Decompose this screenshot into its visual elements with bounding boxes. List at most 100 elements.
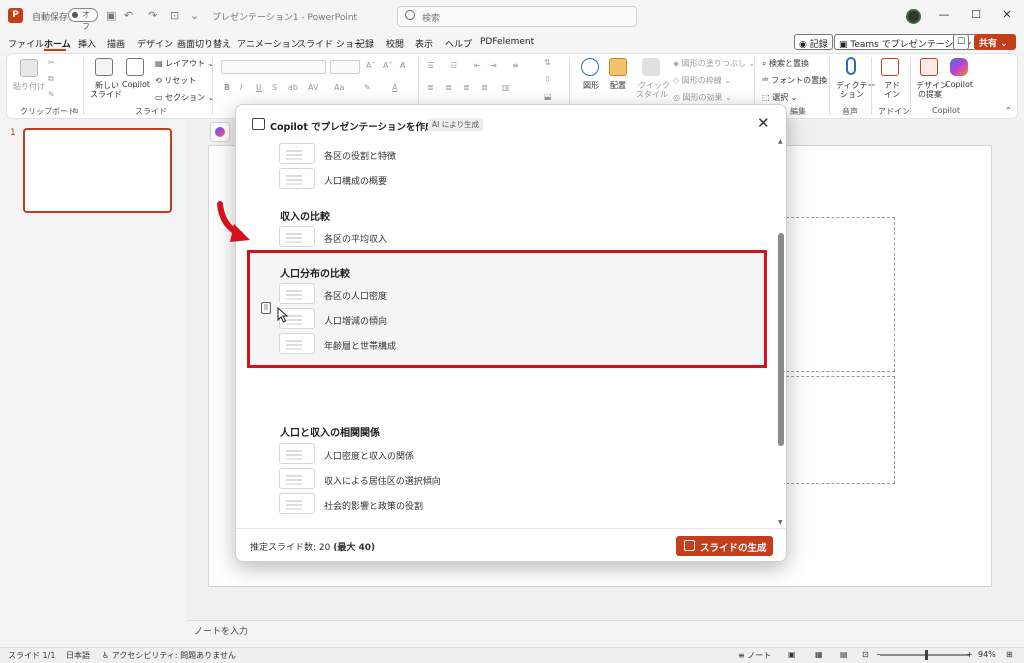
replace-fonts-button[interactable]: ᵃᵇ フォントの置換 xyxy=(762,75,827,86)
shape-effects-button[interactable]: ◎ 図形の効果 ⌄ xyxy=(673,92,732,103)
new-slide-label-2[interactable]: スライド xyxy=(90,89,122,100)
new-slide-icon[interactable] xyxy=(95,58,113,76)
line-spacing-icon[interactable]: ≡ xyxy=(512,61,519,70)
tab-design[interactable]: デザイン xyxy=(137,37,173,50)
search-box[interactable]: 検索 xyxy=(397,6,637,27)
sorter-view-icon[interactable]: ▦ xyxy=(815,650,823,659)
normal-view-icon[interactable]: ▣ xyxy=(788,650,796,659)
tab-pdfelement[interactable]: PDFelement xyxy=(480,37,534,47)
outline-item[interactable]: 社会的影響と政策の役割 xyxy=(324,499,423,512)
fit-slide-icon[interactable]: ⊞ xyxy=(1006,650,1013,659)
columns-icon[interactable]: ▥ xyxy=(502,83,510,92)
copilot-float-button[interactable] xyxy=(210,122,230,142)
scrollbar-thumb[interactable] xyxy=(778,233,784,446)
spacing-icon[interactable]: AV xyxy=(308,83,318,92)
notes-pane[interactable] xyxy=(187,620,1024,647)
slideshow-view-icon[interactable]: ⊡ xyxy=(862,650,869,659)
minimize-icon[interactable]: — xyxy=(936,8,952,21)
arrange-icon[interactable] xyxy=(609,58,627,76)
tab-animations[interactable]: アニメーション xyxy=(237,37,300,50)
arrange-label[interactable]: 配置 xyxy=(610,80,626,91)
title-placeholder[interactable] xyxy=(786,217,895,372)
tab-slideshow[interactable]: スライド ショー xyxy=(297,37,363,50)
align-left-icon[interactable]: ≣ xyxy=(427,83,434,92)
change-case-icon[interactable]: Aa xyxy=(334,83,344,92)
reading-view-icon[interactable]: ▤ xyxy=(840,650,848,659)
outline-item[interactable]: 人口密度と収入の関係 xyxy=(324,449,414,462)
comment-icon[interactable]: ☐ xyxy=(953,34,970,50)
tab-transitions[interactable]: 画面切り替え xyxy=(177,37,231,50)
justify-icon[interactable]: ≣ xyxy=(481,83,488,92)
strikethrough-icon[interactable]: ab xyxy=(288,83,298,92)
tab-insert[interactable]: 挿入 xyxy=(78,37,96,50)
tab-view[interactable]: 表示 xyxy=(415,37,433,50)
shape-outline-button[interactable]: ◇ 図形の枠線 ⌄ xyxy=(673,75,731,86)
paste-label[interactable]: 貼り付け xyxy=(13,81,45,92)
collapse-ribbon-icon[interactable]: ⌃ xyxy=(1005,106,1012,115)
section-button[interactable]: ▭ セクション ⌄ xyxy=(155,92,214,103)
notes-toggle[interactable]: ≡ ノート xyxy=(738,650,771,661)
align-text-icon[interactable]: ⇳ xyxy=(544,75,551,84)
copilot-slide-icon[interactable] xyxy=(126,58,144,76)
align-right-icon[interactable]: ≣ xyxy=(463,83,470,92)
clear-format-icon[interactable]: A̸ xyxy=(400,61,405,70)
font-shrink-icon[interactable]: A˅ xyxy=(383,61,392,70)
tab-file[interactable]: ファイル xyxy=(8,37,44,50)
font-size-dropdown[interactable] xyxy=(330,60,360,74)
outline-item[interactable]: 各区の役割と特徴 xyxy=(324,149,396,162)
quick-styles-icon[interactable] xyxy=(642,58,660,76)
shape-fill-button[interactable]: ◈ 図形の塗りつぶし ⌄ xyxy=(673,58,755,69)
clipboard-launcher-icon[interactable]: ⧅ xyxy=(73,106,78,116)
dictate-label-2[interactable]: ション xyxy=(840,89,864,100)
align-center-icon[interactable]: ≣ xyxy=(445,83,452,92)
shadow-icon[interactable]: S xyxy=(272,83,277,92)
copilot-icon[interactable] xyxy=(950,58,968,76)
reset-button[interactable]: ⟲ リセット xyxy=(155,75,196,86)
quick-styles-label-2[interactable]: スタイル xyxy=(636,89,668,100)
redo-icon[interactable]: ↷ xyxy=(148,9,157,22)
find-replace-button[interactable]: ⌕ 検索と置換 xyxy=(762,58,809,69)
section-title[interactable]: 人口と収入の相関関係 xyxy=(280,424,380,439)
select-button[interactable]: ⬚ 選択 ⌄ xyxy=(762,92,797,103)
close-window-icon[interactable]: ✕ xyxy=(999,8,1015,21)
tab-record[interactable]: 記録 xyxy=(356,37,374,50)
designer-label-2[interactable]: の提案 xyxy=(918,89,942,100)
qat-more-icon[interactable]: ⌄ xyxy=(190,9,199,22)
copilot-small-label[interactable]: Copilot xyxy=(122,80,150,89)
section-title[interactable]: 収入の比較 xyxy=(280,208,330,223)
present-icon[interactable]: ⊡ xyxy=(170,9,179,22)
autosave-toggle[interactable]: オフ xyxy=(68,8,98,31)
layout-button[interactable]: ▤ レイアウト ⌄ xyxy=(155,58,214,69)
tab-draw[interactable]: 描画 xyxy=(107,37,125,50)
bullets-icon[interactable]: ☰ xyxy=(427,61,434,70)
undo-icon[interactable]: ↶ xyxy=(124,9,133,22)
underline-icon[interactable]: U xyxy=(256,83,262,92)
accessibility-status[interactable]: ♿ アクセシビリティ: 問題ありません xyxy=(102,650,236,661)
zoom-level[interactable]: 94% xyxy=(978,650,996,659)
text-direction-icon[interactable]: ⇅ xyxy=(544,58,551,67)
italic-icon[interactable]: I xyxy=(240,83,242,92)
notes-placeholder[interactable]: ノートを入力 xyxy=(194,624,248,637)
maximize-icon[interactable]: ☐ xyxy=(968,8,984,21)
designer-icon[interactable] xyxy=(920,58,938,76)
scroll-down-icon[interactable]: ▼ xyxy=(778,519,783,526)
record-button[interactable]: ◉ 記録 xyxy=(794,34,833,50)
addins-label-2[interactable]: イン xyxy=(884,89,900,100)
addins-icon[interactable] xyxy=(881,58,899,76)
shapes-icon[interactable] xyxy=(581,58,599,76)
copilot-label[interactable]: Copilot xyxy=(945,80,973,89)
font-grow-icon[interactable]: A˄ xyxy=(366,61,375,70)
outline-item[interactable]: 人口構成の概要 xyxy=(324,174,387,187)
subtitle-placeholder[interactable] xyxy=(786,376,895,484)
outline-item[interactable]: 各区の平均収入 xyxy=(324,232,387,245)
numbering-icon[interactable]: ☷ xyxy=(450,61,457,70)
highlight-icon[interactable]: ✎ xyxy=(364,83,371,92)
slide-thumbnail[interactable] xyxy=(23,128,172,213)
shapes-label[interactable]: 図形 xyxy=(583,80,599,91)
tab-review[interactable]: 校閲 xyxy=(386,37,404,50)
language[interactable]: 日本語 xyxy=(66,650,90,661)
scroll-up-icon[interactable]: ▲ xyxy=(778,138,783,145)
close-icon[interactable]: ✕ xyxy=(757,114,770,132)
share-button[interactable]: 共有 ⌄ xyxy=(974,34,1016,50)
decrease-indent-icon[interactable]: ⇤ xyxy=(474,61,481,70)
